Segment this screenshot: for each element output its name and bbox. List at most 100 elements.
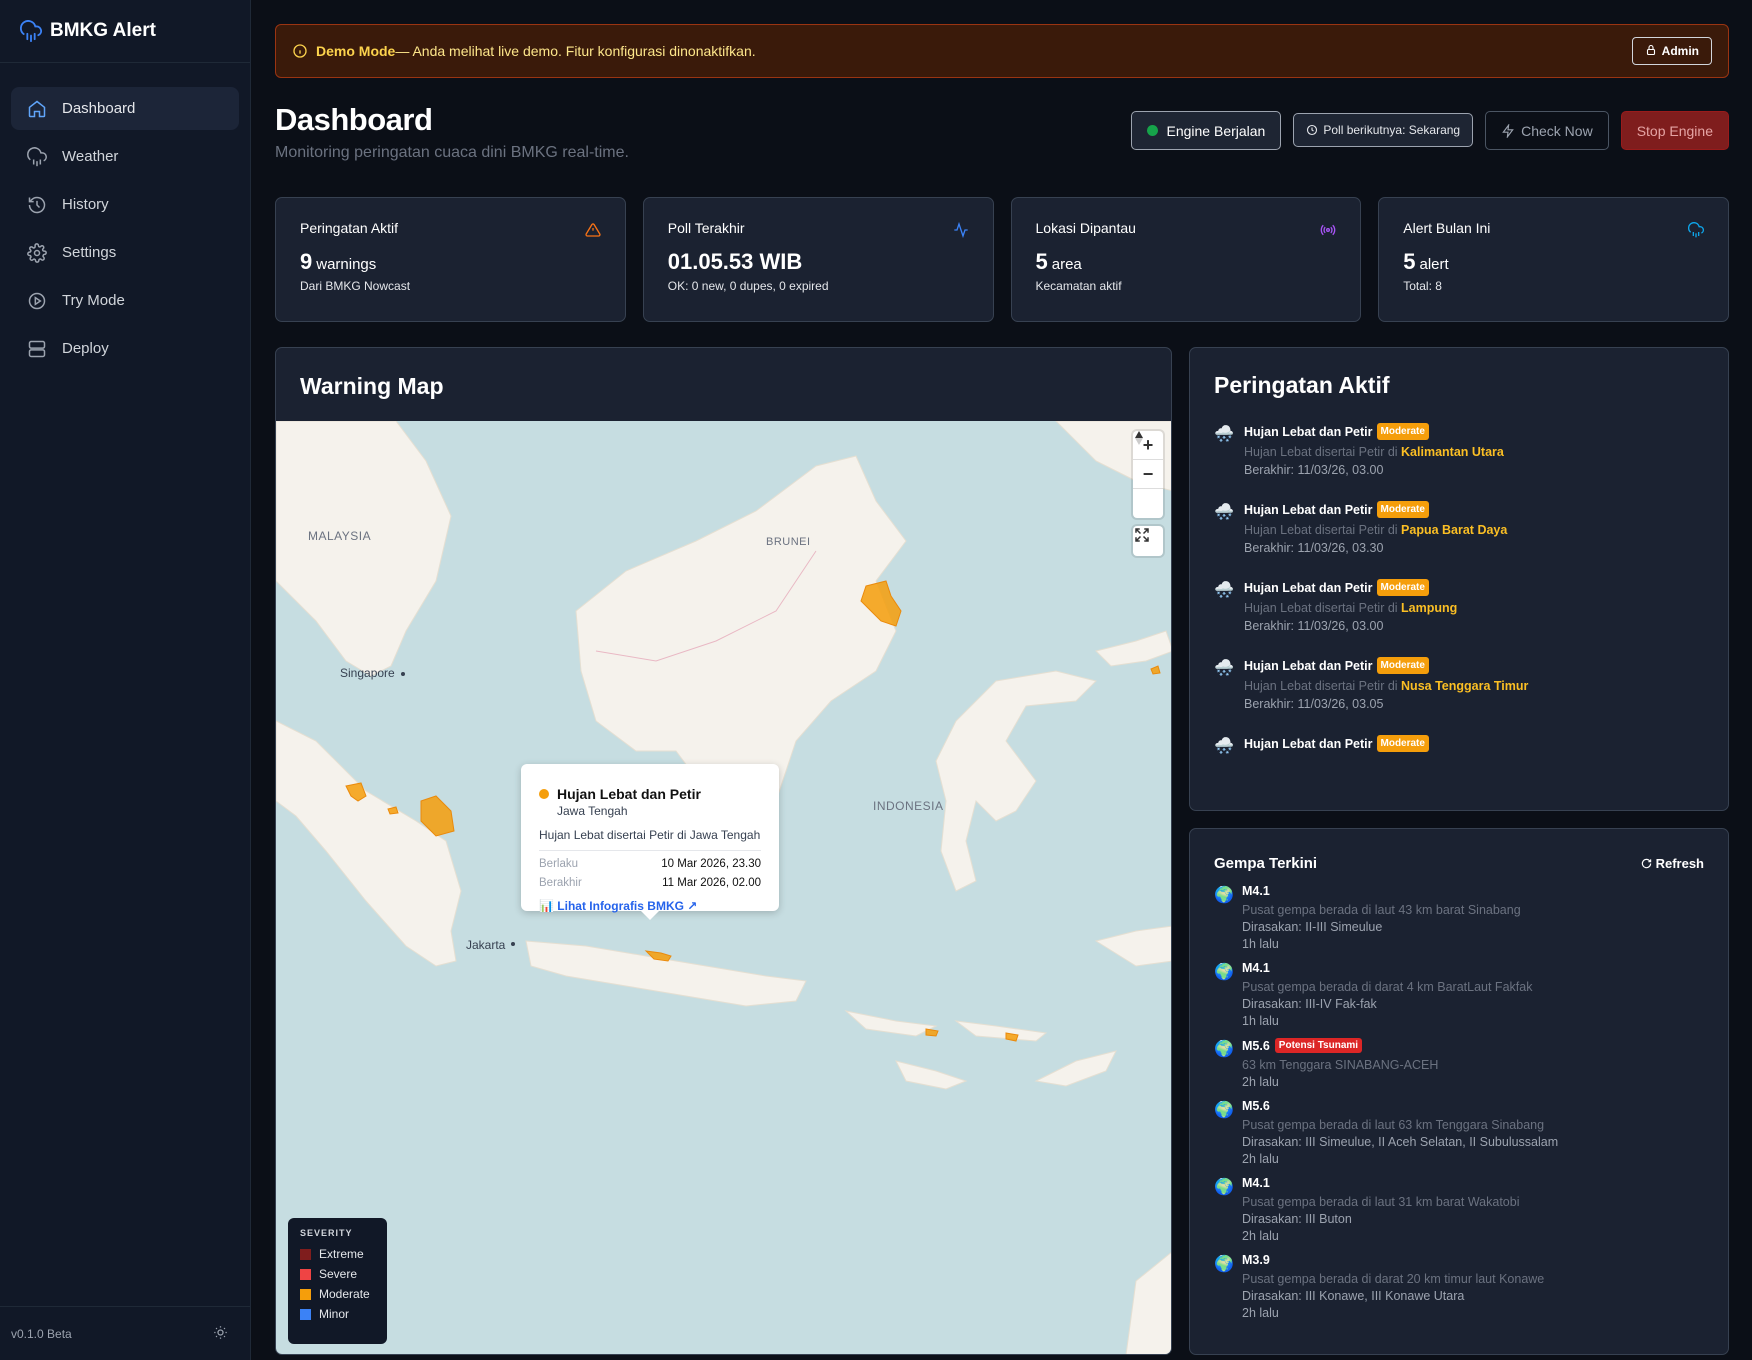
quake-description: Pusat gempa berada di darat 4 km BaratLa… bbox=[1242, 980, 1533, 994]
quake-time: 2h lalu bbox=[1242, 1229, 1279, 1243]
warning-map[interactable]: MALAYSIA BRUNEI Singapore INDONESIA Jaka… bbox=[276, 421, 1171, 1354]
quake-description: Pusat gempa berada di laut 31 km barat W… bbox=[1242, 1195, 1520, 1209]
stat-value: 5 bbox=[1403, 249, 1416, 274]
legend-item-extreme: Extreme bbox=[300, 1244, 375, 1264]
sidebar-item-label: Dashboard bbox=[62, 100, 136, 117]
warning-title: Hujan Lebat dan Petir bbox=[1244, 424, 1373, 439]
demo-mode-banner: Demo Mode — Anda melihat live demo. Fitu… bbox=[275, 24, 1729, 78]
warning-item[interactable]: 🌨️ Hujan Lebat dan Petir Moderate Hujan L… bbox=[1214, 501, 1704, 555]
history-icon bbox=[27, 195, 47, 215]
lock-icon bbox=[1645, 44, 1657, 59]
sidebar-item-weather[interactable]: Weather bbox=[11, 135, 239, 178]
map-label-indonesia: INDONESIA bbox=[873, 799, 944, 813]
map-popup: Hujan Lebat dan Petir Jawa Tengah Hujan … bbox=[521, 764, 779, 920]
earthquake-item[interactable]: 🌍 M4.1 Pusat gempa berada di laut 31 km … bbox=[1214, 1176, 1704, 1243]
quake-magnitude: M3.9 bbox=[1242, 1253, 1270, 1267]
main-content: Demo Mode — Anda melihat live demo. Fitu… bbox=[275, 24, 1729, 1355]
severity-badge: Moderate bbox=[1376, 423, 1429, 440]
warning-item[interactable]: 🌨️ Hujan Lebat dan Petir Moderate Hujan L… bbox=[1214, 423, 1704, 477]
warning-region: Kalimantan Utara bbox=[1401, 445, 1504, 459]
page-subtitle: Monitoring peringatan cuaca dini BMKG re… bbox=[275, 144, 629, 161]
severity-badge: Moderate bbox=[1376, 735, 1429, 752]
popup-end-value: 11 Mar 2026, 02.00 bbox=[662, 877, 761, 889]
quake-felt: Dirasakan: II-III Simeulue bbox=[1242, 920, 1383, 934]
sidebar-item-try-mode[interactable]: Try Mode bbox=[11, 279, 239, 322]
warning-title: Hujan Lebat dan Petir bbox=[1244, 736, 1373, 751]
stat-unit: alert bbox=[1419, 256, 1449, 273]
warning-map-title: Warning Map bbox=[300, 373, 444, 399]
legend-title: SEVERITY bbox=[300, 1228, 353, 1238]
earthquake-item[interactable]: 🌍 M5.6 Pusat gempa berada di laut 63 km … bbox=[1214, 1099, 1704, 1166]
quake-magnitude: M5.6 bbox=[1242, 1099, 1270, 1113]
check-now-button[interactable]: Check Now bbox=[1485, 111, 1609, 150]
quake-description: Pusat gempa berada di laut 43 km barat S… bbox=[1242, 903, 1521, 917]
quake-felt: Dirasakan: III-IV Fak-fak bbox=[1242, 997, 1377, 1011]
popup-end-label: Berakhir bbox=[539, 877, 582, 889]
quake-time: 1h lalu bbox=[1242, 1014, 1279, 1028]
sidebar-item-dashboard[interactable]: Dashboard bbox=[11, 87, 239, 130]
server-icon bbox=[27, 339, 47, 359]
warning-desc-prefix: Hujan Lebat disertai Petir di bbox=[1244, 679, 1402, 693]
quake-description: Pusat gempa berada di laut 63 km Tenggar… bbox=[1242, 1118, 1545, 1132]
cloud-icon bbox=[1688, 222, 1704, 238]
warning-item[interactable]: 🌨️ Hujan Lebat dan Petir Moderate bbox=[1214, 735, 1704, 758]
warning-end-prefix: Berakhir: bbox=[1244, 463, 1298, 477]
warning-end-prefix: Berakhir: bbox=[1244, 619, 1298, 633]
warning-item[interactable]: 🌨️ Hujan Lebat dan Petir Moderate Hujan L… bbox=[1214, 579, 1704, 633]
quake-description: Pusat gempa berada di darat 20 km timur … bbox=[1242, 1272, 1545, 1286]
reset-north-button[interactable] bbox=[1133, 431, 1163, 518]
warning-desc-prefix: Hujan Lebat disertai Petir di bbox=[1244, 601, 1402, 615]
storm-cloud-icon: 🌨️ bbox=[1214, 660, 1234, 677]
sidebar-item-label: Try Mode bbox=[62, 292, 125, 309]
earthquake-item[interactable]: 🌍 M3.9 Pusat gempa berada di darat 20 km… bbox=[1214, 1253, 1704, 1320]
severity-badge: Moderate bbox=[1376, 501, 1429, 518]
quake-magnitude: M5.6 bbox=[1242, 1038, 1270, 1053]
quake-magnitude: M4.1 bbox=[1242, 884, 1270, 898]
stop-engine-button[interactable]: Stop Engine bbox=[1620, 111, 1729, 150]
check-now-label: Check Now bbox=[1521, 122, 1593, 139]
quake-time: 1h lalu bbox=[1242, 937, 1279, 951]
legend-label: Severe bbox=[319, 1267, 358, 1281]
infographic-link[interactable]: 📊 Lihat Infografis BMKG ↗ bbox=[539, 899, 761, 913]
legend-label: Minor bbox=[319, 1307, 350, 1321]
stat-card-active-warnings: Peringatan Aktif 9 warnings Dari BMKG Now… bbox=[275, 197, 626, 322]
stat-sub: OK: 0 new, 0 dupes, 0 expired bbox=[667, 279, 829, 293]
map-fullscreen-button[interactable] bbox=[1133, 526, 1163, 556]
stat-card-monitored-locations: Lokasi Dipantau 5 area Kecamatan aktif bbox=[1010, 197, 1362, 322]
quake-felt: Dirasakan: III Konawe, III Konawe Utara bbox=[1242, 1289, 1465, 1303]
earthquake-item[interactable]: 🌍 M4.1 Pusat gempa berada di darat 4 km … bbox=[1214, 961, 1704, 1028]
admin-button[interactable]: Admin bbox=[1631, 37, 1712, 65]
stat-value: 5 bbox=[1035, 249, 1048, 274]
sidebar-item-label: Settings bbox=[62, 244, 117, 261]
quake-felt: Dirasakan: III Simeulue, II Aceh Selatan… bbox=[1242, 1135, 1559, 1149]
sidebar-item-label: Deploy bbox=[62, 340, 109, 357]
warning-map-card: Warning Map MALAYSIA BRUNEI Singapore IN… bbox=[275, 347, 1172, 1355]
quake-time: 2h lalu bbox=[1242, 1306, 1279, 1320]
sidebar-item-history[interactable]: History bbox=[11, 183, 239, 226]
clock-icon bbox=[1306, 124, 1318, 136]
warning-end-prefix: Berakhir: bbox=[1244, 541, 1298, 555]
sidebar-footer: v0.1.0 Beta bbox=[0, 1306, 250, 1360]
engine-status-button[interactable]: Engine Berjalan bbox=[1130, 111, 1282, 150]
home-icon bbox=[27, 99, 47, 119]
sidebar: BMKG Alert Dashboard Weather History Set… bbox=[0, 0, 251, 1360]
legend-item-severe: Severe bbox=[300, 1264, 375, 1284]
sidebar-item-settings[interactable]: Settings bbox=[11, 231, 239, 274]
sidebar-item-deploy[interactable]: Deploy bbox=[11, 327, 239, 370]
quake-felt: Dirasakan: III Buton bbox=[1242, 1212, 1352, 1226]
warning-item[interactable]: 🌨️ Hujan Lebat dan Petir Moderate Hujan L… bbox=[1214, 657, 1704, 711]
brand[interactable]: BMKG Alert bbox=[0, 0, 250, 63]
banner-title: Demo Mode bbox=[316, 43, 396, 59]
active-warnings-title: Peringatan Aktif bbox=[1214, 372, 1390, 398]
refresh-button[interactable]: Refresh bbox=[1641, 856, 1704, 871]
globe-icon: 🌍 bbox=[1214, 1179, 1234, 1196]
earthquake-item[interactable]: 🌍 M5.6 Potensi Tsunami 63 km Tenggara SIN… bbox=[1214, 1038, 1704, 1089]
warning-end-prefix: Berakhir: bbox=[1244, 697, 1298, 711]
earthquake-item[interactable]: 🌍 M4.1 Pusat gempa berada di laut 43 km … bbox=[1214, 884, 1704, 951]
theme-toggle-sun-icon[interactable] bbox=[213, 1325, 228, 1343]
popup-description: Hujan Lebat disertai Petir di Jawa Tenga… bbox=[539, 828, 761, 851]
admin-button-label: Admin bbox=[1661, 44, 1699, 58]
stat-value: 01.05.53 WIB bbox=[667, 249, 803, 274]
zoom-out-button[interactable]: − bbox=[1133, 460, 1163, 489]
stat-value: 9 bbox=[300, 249, 313, 274]
